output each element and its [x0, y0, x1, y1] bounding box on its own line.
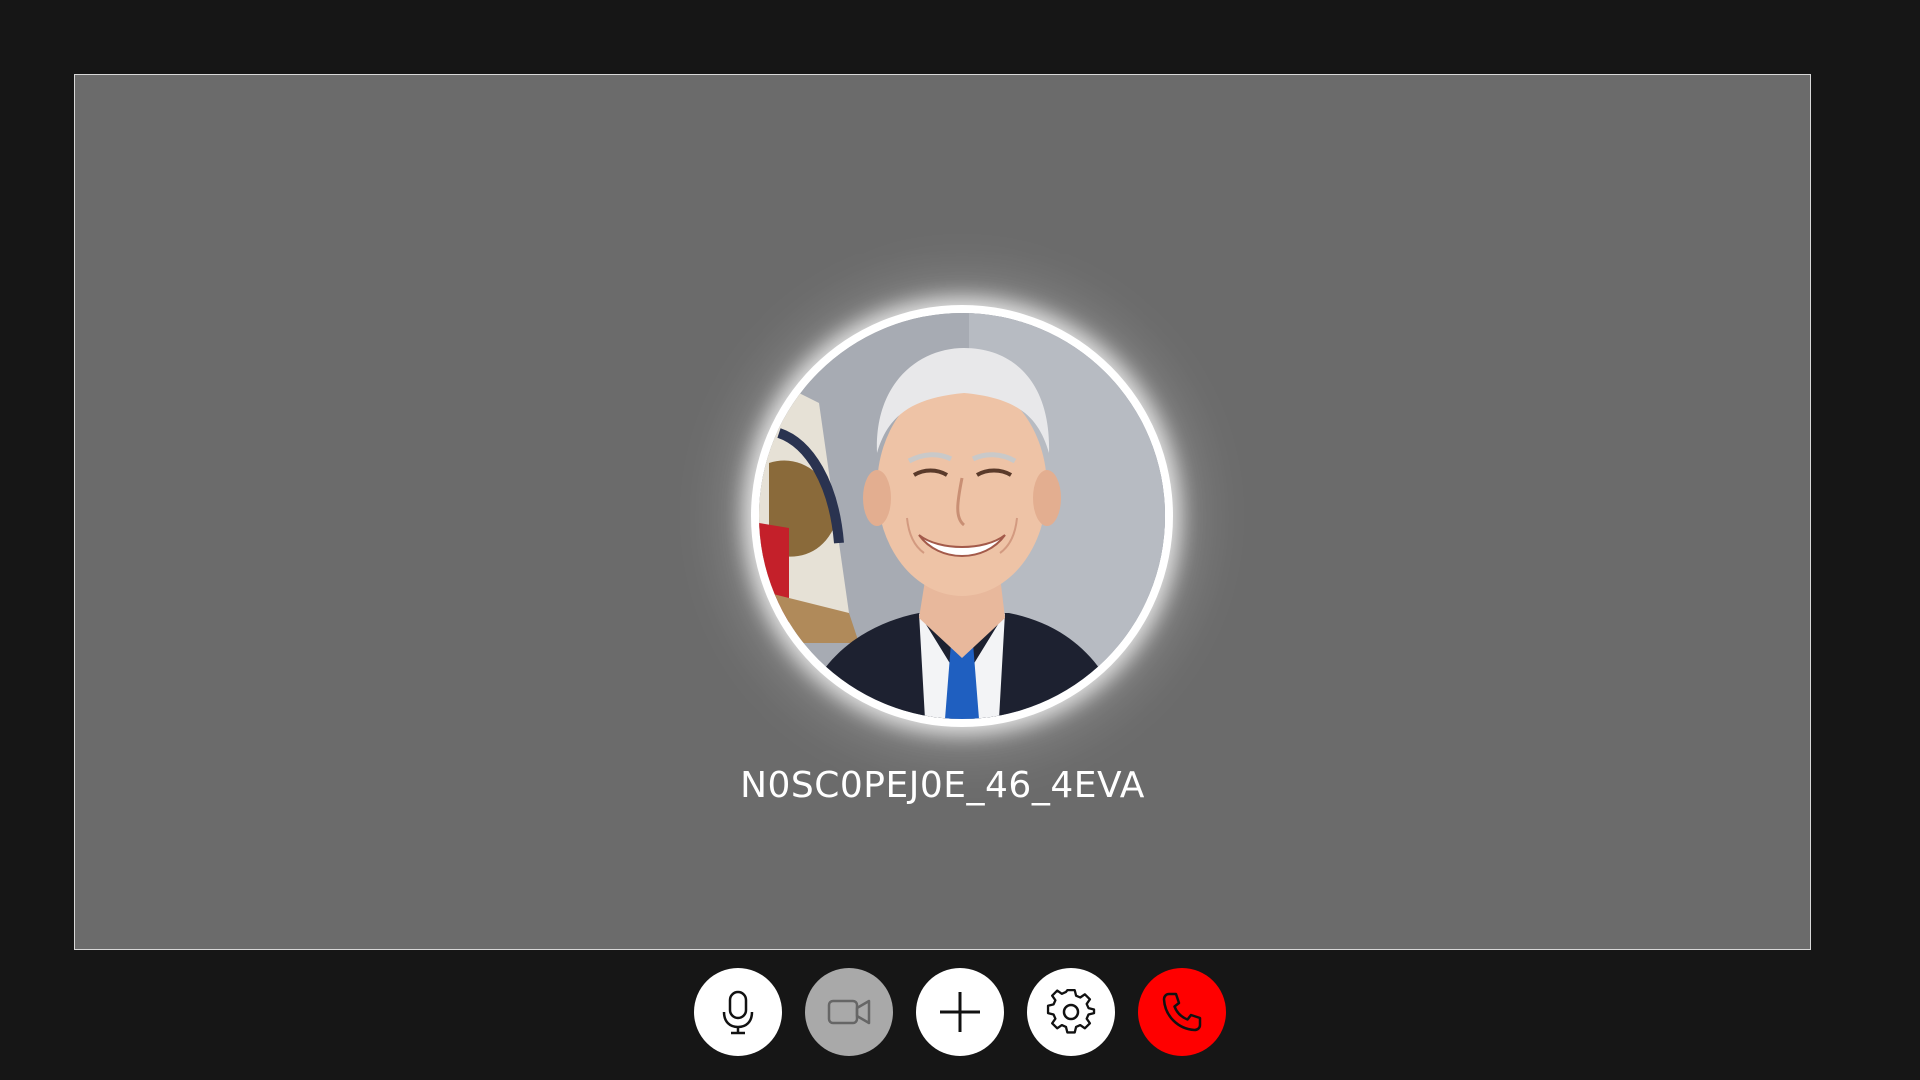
plus-icon — [940, 992, 980, 1032]
video-stage: N0SC0PEJ0E_46_4EVA — [74, 74, 1811, 950]
camera-button[interactable] — [805, 968, 893, 1056]
add-participant-button[interactable] — [916, 968, 1004, 1056]
phone-icon — [1162, 992, 1202, 1032]
video-camera-icon — [827, 999, 871, 1025]
video-call-window: N0SC0PEJ0E_46_4EVA — [0, 0, 1920, 1080]
settings-button[interactable] — [1027, 968, 1115, 1056]
avatar — [759, 313, 1165, 719]
participant-name: N0SC0PEJ0E_46_4EVA — [740, 765, 1145, 806]
gear-icon — [1046, 988, 1096, 1034]
end-call-button[interactable] — [1138, 968, 1226, 1056]
call-controls-bar — [0, 968, 1920, 1058]
microphone-icon — [722, 990, 754, 1035]
avatar-ring — [751, 305, 1173, 727]
microphone-button[interactable] — [694, 968, 782, 1056]
participant-photo — [759, 313, 1165, 719]
